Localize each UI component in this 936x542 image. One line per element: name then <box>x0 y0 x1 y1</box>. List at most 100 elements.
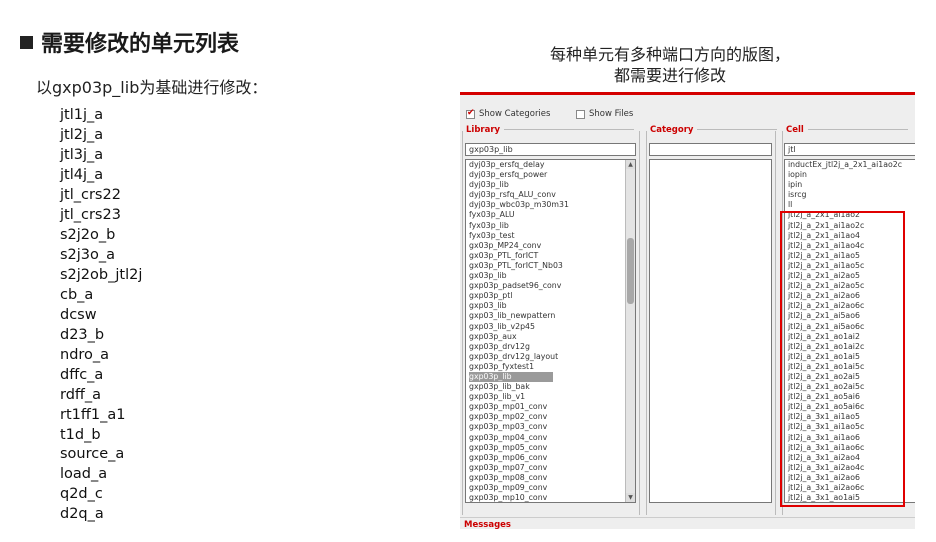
jtl2j-cell-entry[interactable]: jtl2j_a_2x1_ai2ao6 <box>785 291 915 301</box>
library-list-item[interactable]: gxp03_lib <box>466 301 635 311</box>
jtl2j-cell-entry[interactable]: jtl2j_a_2x1_ao5ai6 <box>785 392 915 402</box>
jtl2j-cell-entry[interactable]: jtl2j_a_2x1_ai2ao5c <box>785 281 915 291</box>
library-list-item[interactable]: gxp03p_lib_bak <box>466 382 635 392</box>
library-list-item[interactable]: dyj03p_ersfq_power <box>466 170 635 180</box>
show-files-option[interactable]: Show Files <box>576 109 633 119</box>
jtl2j-cell-entry[interactable]: jtl2j_a_2x1_ai1ao2c <box>785 221 915 231</box>
cell-list-item: jtl_crs23 <box>60 206 121 223</box>
library-list-item[interactable]: fyx03p_test <box>466 231 635 241</box>
library-list-item[interactable]: gxp03p_lib_v1 <box>466 392 635 402</box>
cell-list-entry[interactable]: iopin <box>785 170 915 180</box>
library-listbox[interactable]: dyj03p_ersfq_delay dyj03p_ersfq_power dyj0… <box>465 159 636 503</box>
library-list-item[interactable]: gxp03p_fyxtest1 <box>466 362 635 372</box>
jtl2j-cell-entry[interactable]: jtl2j_a_3x1_ai2ao6 <box>785 473 915 483</box>
library-list-item[interactable]: gxp03_lib_newpattern <box>466 311 635 321</box>
jtl2j-cell-entry[interactable]: jtl2j_a_2x1_ao1ai2c <box>785 342 915 352</box>
library-list-item[interactable]: gxp03p_mp08_conv <box>466 473 635 483</box>
slide-title-text: 需要修改的单元列表 <box>41 32 240 57</box>
jtl2j-cell-entry[interactable]: jtl2j_a_2x1_ao1ai2 <box>785 332 915 342</box>
cell-list-entry[interactable]: isrcg <box>785 190 915 200</box>
show-files-checkbox[interactable] <box>576 109 585 119</box>
library-manager-window: Show Categories Show Files Library Categ… <box>460 92 915 529</box>
jtl2j-cell-entry[interactable]: jtl2j_a_2x1_ai1ao5 <box>785 251 915 261</box>
jtl2j-cell-entry[interactable]: jtl2j_a_2x1_ai1ao4c <box>785 241 915 251</box>
slide-subtitle: 以gxp03p_lib为基础进行修改： <box>36 78 268 97</box>
show-categories-label: Show Categories <box>479 109 551 119</box>
jtl2j-cell-entry[interactable]: jtl2j_a_2x1_ai1ao2 <box>785 210 915 220</box>
library-list-item[interactable]: gxp03p_drv12g <box>466 342 635 352</box>
library-list-item[interactable]: dyj03p_wbc03p_m30m31 <box>466 200 635 210</box>
library-list-item[interactable]: gxp03p_padset96_conv <box>466 281 635 291</box>
library-list-item[interactable]: gx03p_PTL_forICT <box>466 251 635 261</box>
jtl2j-cell-entry[interactable]: jtl2j_a_3x1_ai1ao6 <box>785 433 915 443</box>
jtl2j-cell-entry[interactable]: jtl2j_a_3x1_ai2ao6c <box>785 483 915 493</box>
jtl2j-cell-entry[interactable]: jtl2j_a_3x1_ai2ao4 <box>785 453 915 463</box>
jtl2j-cell-entry[interactable]: jtl2j_a_3x1_ai1ao5 <box>785 412 915 422</box>
jtl2j-cell-entry[interactable]: jtl2j_a_3x1_ai2ao4c <box>785 463 915 473</box>
category-filter-input[interactable] <box>649 143 772 156</box>
cell-list-item: s2j2o_b <box>60 226 116 243</box>
jtl2j-cell-entry[interactable]: jtl2j_a_3x1_ai1ao6c <box>785 443 915 453</box>
cell-list-item: dcsw <box>60 306 97 323</box>
library-list-item[interactable]: gxp03p_mp10_conv <box>466 493 635 502</box>
library-list-item[interactable]: gx03p_MP24_conv <box>466 241 635 251</box>
library-list-item[interactable]: gxp03_lib_v2p45 <box>466 322 635 332</box>
jtl2j-cell-entry[interactable]: jtl2j_a_3x1_ao1ai5 <box>785 493 915 502</box>
library-list-item[interactable]: gx03p_lib <box>466 271 635 281</box>
category-listbox[interactable] <box>649 159 772 503</box>
library-list-item[interactable]: fyx03p_ALU <box>466 210 635 220</box>
library-filter-input[interactable]: gxp03p_lib <box>465 143 636 156</box>
selected-library-item[interactable]: gxp03p_lib <box>469 371 553 383</box>
library-list-item[interactable]: gxp03p_mp05_conv <box>466 443 635 453</box>
cell-list-item: load_a <box>60 466 108 483</box>
library-list-item[interactable]: dyj03p_ersfq_delay <box>466 160 635 170</box>
jtl2j-cell-entry[interactable]: jtl2j_a_3x1_ai1ao5c <box>785 422 915 432</box>
library-scrollbar[interactable]: ▲ ▼ <box>625 160 635 502</box>
cell-list-entry[interactable]: ipin <box>785 180 915 190</box>
caption-line-2: 都需要进行修改 <box>613 66 726 85</box>
library-list-item[interactable]: gx03p_PTL_forICT_Nb03 <box>466 261 635 271</box>
scroll-up-arrow-icon[interactable]: ▲ <box>626 160 635 169</box>
scroll-down-arrow-icon[interactable]: ▼ <box>626 493 635 502</box>
jtl2j-cell-entry[interactable]: jtl2j_a_2x1_ai5ao6 <box>785 311 915 321</box>
library-list-item[interactable]: gxp03p_aux <box>466 332 635 342</box>
cell-list-entry[interactable]: inductEx_jtl2j_a_2x1_ai1ao2c <box>785 160 915 170</box>
library-list-item[interactable]: fyx03p_lib <box>466 221 635 231</box>
library-list-item[interactable]: gxp03p_drv12g_layout <box>466 352 635 362</box>
library-list-item[interactable]: gxp03p_mp03_conv <box>466 422 635 432</box>
jtl2j-cell-entry[interactable]: jtl2j_a_2x1_ao2ai5 <box>785 372 915 382</box>
jtl2j-cell-entry[interactable]: jtl2j_a_2x1_ao2ai5c <box>785 382 915 392</box>
jtl2j-cell-entry[interactable]: jtl2j_a_2x1_ao1ai5 <box>785 352 915 362</box>
library-list-item[interactable]: gxp03p_mp07_conv <box>466 463 635 473</box>
library-list-item[interactable]: gxp03p_mp01_conv <box>466 402 635 412</box>
cell-listbox[interactable]: inductEx_jtl2j_a_2x1_ai1ao2c iopin ipin isr… <box>784 159 915 503</box>
cell-list-item: d23_b <box>60 326 105 343</box>
jtl2j-cell-entry[interactable]: jtl2j_a_2x1_ai2ao6c <box>785 301 915 311</box>
cell-list-entry[interactable]: ll <box>785 200 915 210</box>
library-list-item[interactable]: gxp03p_ptl <box>466 291 635 301</box>
library-list-item[interactable]: gxp03p_lib <box>466 371 635 383</box>
library-list-item[interactable]: dyj03p_lib <box>466 180 635 190</box>
jtl2j-cell-entry[interactable]: jtl2j_a_2x1_ai1ao4 <box>785 231 915 241</box>
jtl2j-cell-entry[interactable]: jtl2j_a_2x1_ao5ai6c <box>785 402 915 412</box>
scrollbar-thumb[interactable] <box>627 238 634 304</box>
cell-list-item: ndro_a <box>60 346 110 363</box>
library-items: dyj03p_ersfq_delay dyj03p_ersfq_power dyj0… <box>466 160 635 502</box>
show-categories-checkbox[interactable] <box>466 108 475 119</box>
library-list-item[interactable]: gxp03p_mp02_conv <box>466 412 635 422</box>
jtl2j-cell-entry[interactable]: jtl2j_a_2x1_ai5ao6c <box>785 322 915 332</box>
cell-list-item: s2j2ob_jtl2j <box>60 266 143 283</box>
messages-header: Messages <box>460 517 915 529</box>
library-list-item[interactable]: gxp03p_mp06_conv <box>466 453 635 463</box>
jtl2j-cell-entry[interactable]: jtl2j_a_2x1_ao1ai5c <box>785 362 915 372</box>
library-list-item[interactable]: gxp03p_mp09_conv <box>466 483 635 493</box>
jtl2j-cell-entry[interactable]: jtl2j_a_2x1_ai2ao5 <box>785 271 915 281</box>
slide-title: 需要修改的单元列表 <box>20 26 239 58</box>
library-list-item[interactable]: dyj03p_rsfq_ALU_conv <box>466 190 635 200</box>
cell-filter-input[interactable]: jtl <box>784 143 915 156</box>
show-categories-option[interactable]: Show Categories <box>466 108 551 119</box>
cell-list-item: t1d_b <box>60 426 101 443</box>
jtl2j-cell-entry[interactable]: jtl2j_a_2x1_ai1ao5c <box>785 261 915 271</box>
cell-list-item: jtl_crs22 <box>60 186 121 203</box>
library-list-item[interactable]: gxp03p_mp04_conv <box>466 433 635 443</box>
